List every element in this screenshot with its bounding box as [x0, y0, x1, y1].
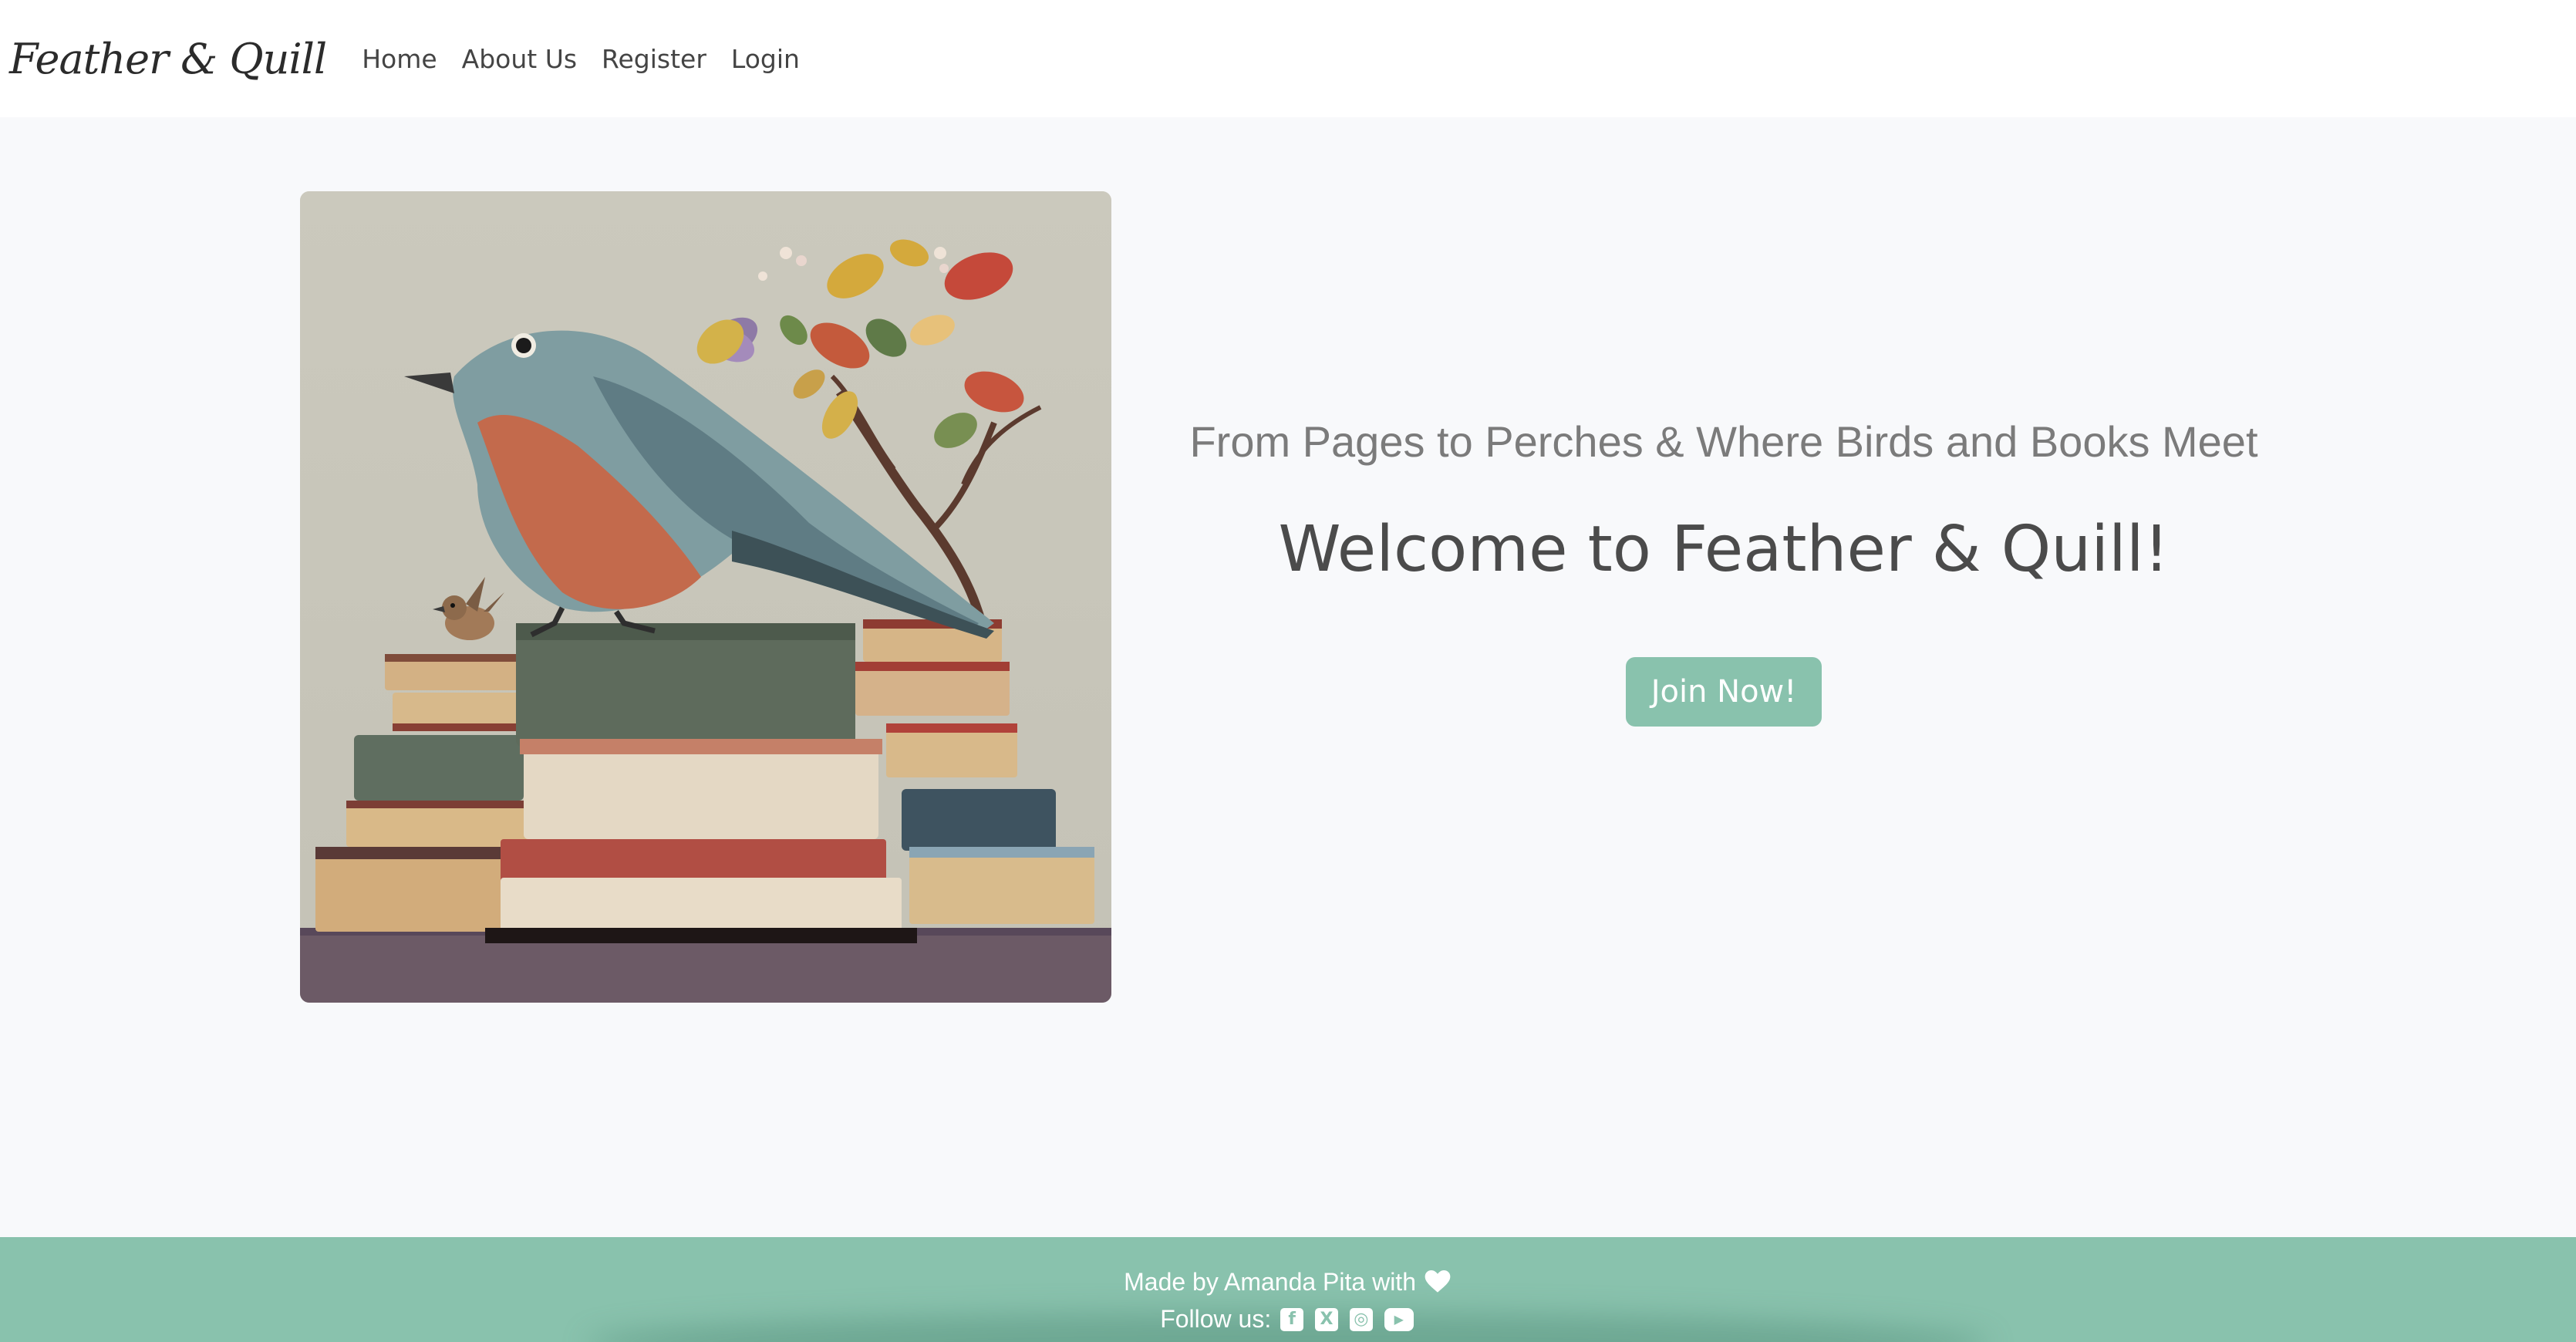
hero-text: From Pages to Perches & Where Birds and … [1149, 416, 2298, 727]
nav-links: Home About Us Register Login [349, 44, 812, 74]
brand-logo[interactable]: Feather & Quill [9, 35, 327, 83]
bird-on-books-illustration [300, 191, 1111, 1003]
instagram-icon[interactable]: ◎ [1349, 1308, 1373, 1331]
footer-made-by: Made by Amanda Pita with [1124, 1268, 1416, 1296]
nav-link-home[interactable]: Home [362, 44, 437, 74]
hero-image [300, 191, 1111, 1003]
navbar: Feather & Quill Home About Us Register L… [0, 0, 2576, 117]
hero-tagline: From Pages to Perches & Where Birds and … [1189, 417, 2258, 466]
facebook-icon[interactable]: f [1280, 1308, 1304, 1331]
footer-follow-label: Follow us: [1160, 1305, 1272, 1333]
nav-link-about-us[interactable]: About Us [462, 44, 577, 74]
nav-link-login[interactable]: Login [731, 44, 800, 74]
x-icon[interactable]: X [1315, 1308, 1339, 1331]
hero-heading: Welcome to Feather & Quill! [1278, 513, 2170, 586]
footer: Made by Amanda Pita with Follow us: f X … [0, 1237, 2576, 1342]
footer-follow: Follow us: f X ◎ ▶ [0, 1305, 2576, 1334]
join-now-button[interactable]: Join Now! [1625, 657, 1822, 727]
footer-credit: Made by Amanda Pita with [0, 1268, 2576, 1300]
heart-icon [1425, 1270, 1451, 1300]
youtube-icon[interactable]: ▶ [1384, 1308, 1414, 1331]
nav-link-register[interactable]: Register [602, 44, 706, 74]
